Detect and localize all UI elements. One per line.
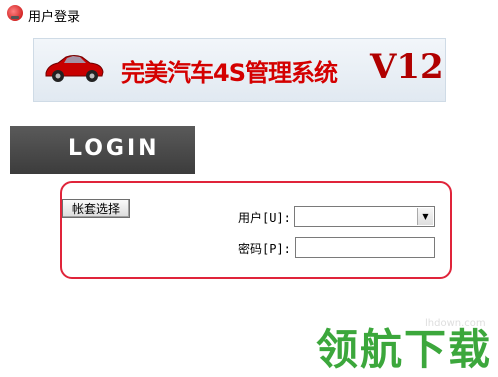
user-label: 用户[U]: — [238, 211, 291, 225]
title-bar: 用户登录 — [0, 0, 498, 28]
car-logo-icon — [7, 5, 23, 21]
account-select-button[interactable]: 帐套选择 — [62, 199, 130, 218]
banner-title: 完美汽车4S管理系统 — [121, 59, 338, 87]
password-field[interactable] — [295, 237, 435, 258]
banner-version: V12 — [370, 47, 444, 87]
login-header-bar: LOGIN — [10, 126, 195, 174]
window-title: 用户登录 — [28, 10, 81, 25]
highlight-frame — [60, 181, 452, 279]
product-banner: 完美汽车4S管理系统 V12 — [33, 38, 446, 102]
chevron-down-icon[interactable]: ▼ — [417, 208, 433, 225]
password-label: 密码[P]: — [238, 242, 291, 256]
red-car-icon — [45, 55, 104, 82]
watermark-url: lhdown.com — [425, 318, 486, 329]
login-heading: LOGIN — [68, 136, 160, 161]
user-dropdown[interactable]: ▼ — [294, 206, 435, 227]
